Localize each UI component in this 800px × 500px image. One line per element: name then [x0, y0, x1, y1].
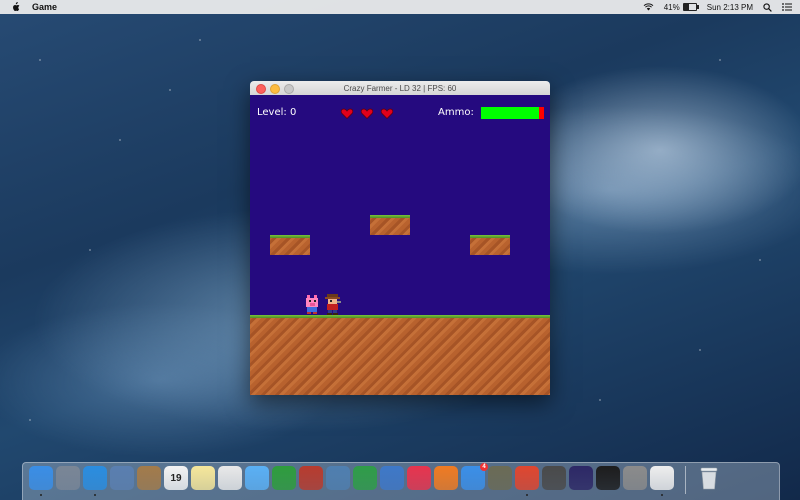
- messages-icon[interactable]: [245, 466, 269, 490]
- trash-icon[interactable]: [697, 466, 721, 490]
- ammo-label: Ammo:: [438, 107, 474, 118]
- battery-status[interactable]: 41%: [663, 2, 699, 12]
- sublime-text-icon[interactable]: [542, 466, 566, 490]
- pig-sprite: [306, 295, 318, 314]
- facetime-icon[interactable]: [272, 466, 296, 490]
- calendar-date: 19: [170, 472, 182, 484]
- app-menu-name[interactable]: Game: [32, 2, 57, 12]
- menu-bar: Game 41% Sun 2:13 PM: [0, 0, 800, 14]
- calendar-icon[interactable]: 19: [164, 466, 188, 490]
- battery-percent: 41%: [663, 2, 680, 12]
- dock: 19 4: [22, 462, 780, 500]
- platform-left: [270, 235, 310, 255]
- contacts-icon[interactable]: [137, 466, 161, 490]
- heart-icon: [341, 108, 353, 119]
- launchpad-icon[interactable]: [56, 466, 80, 490]
- clock[interactable]: Sun 2:13 PM: [707, 3, 753, 12]
- iphoto-icon[interactable]: [326, 466, 350, 490]
- ammo-bar-fill: [481, 107, 539, 119]
- running-indicator: [661, 494, 663, 496]
- app-store-icon[interactable]: 4: [461, 463, 488, 490]
- reminders-icon[interactable]: [218, 466, 242, 490]
- safari-icon[interactable]: [83, 466, 107, 496]
- window-titlebar[interactable]: Crazy Farmer - LD 32 | FPS: 60: [250, 81, 550, 95]
- running-indicator: [94, 494, 96, 496]
- ibooks-icon[interactable]: [434, 466, 458, 490]
- spotlight-icon[interactable]: [763, 2, 772, 12]
- running-indicator: [526, 494, 528, 496]
- java-icon[interactable]: [650, 466, 674, 496]
- eclipse-icon[interactable]: [569, 466, 593, 490]
- numbers-icon[interactable]: [353, 466, 377, 490]
- wifi-icon[interactable]: [643, 3, 654, 11]
- battery-icon: [682, 3, 699, 11]
- game-canvas[interactable]: Level: 0 Ammo:: [250, 95, 550, 395]
- zoom-button[interactable]: [284, 84, 294, 94]
- system-preferences-icon[interactable]: [623, 466, 647, 490]
- notes-icon[interactable]: [191, 466, 215, 490]
- platform-right: [470, 235, 510, 255]
- notification-center-icon[interactable]: [782, 3, 792, 11]
- game-window: Crazy Farmer - LD 32 | FPS: 60 Level: 0 …: [250, 81, 550, 395]
- ammo-bar: [481, 107, 544, 119]
- window-title: Crazy Farmer - LD 32 | FPS: 60: [343, 83, 457, 93]
- chrome-icon[interactable]: [515, 466, 539, 496]
- heart-icon: [381, 108, 393, 119]
- gimp-icon[interactable]: [488, 466, 512, 490]
- keynote-icon[interactable]: [380, 466, 404, 490]
- photo-booth-icon[interactable]: [299, 466, 323, 490]
- apple-menu-icon[interactable]: [10, 2, 20, 12]
- finder-icon[interactable]: [29, 466, 53, 496]
- running-indicator: [40, 494, 42, 496]
- itunes-icon[interactable]: [407, 466, 431, 490]
- app-badge: 4: [480, 463, 488, 471]
- close-button[interactable]: [256, 84, 266, 94]
- platform-top: [370, 215, 410, 235]
- dock-separator: [685, 466, 686, 494]
- level-label: Level: 0: [257, 107, 297, 118]
- heart-icon: [361, 108, 373, 119]
- preview-icon[interactable]: [110, 466, 134, 490]
- terminal-icon[interactable]: [596, 466, 620, 490]
- ground-terrain: [250, 315, 550, 395]
- farmer-sprite: [325, 294, 341, 315]
- health-hearts: [341, 108, 393, 119]
- minimize-button[interactable]: [270, 84, 280, 94]
